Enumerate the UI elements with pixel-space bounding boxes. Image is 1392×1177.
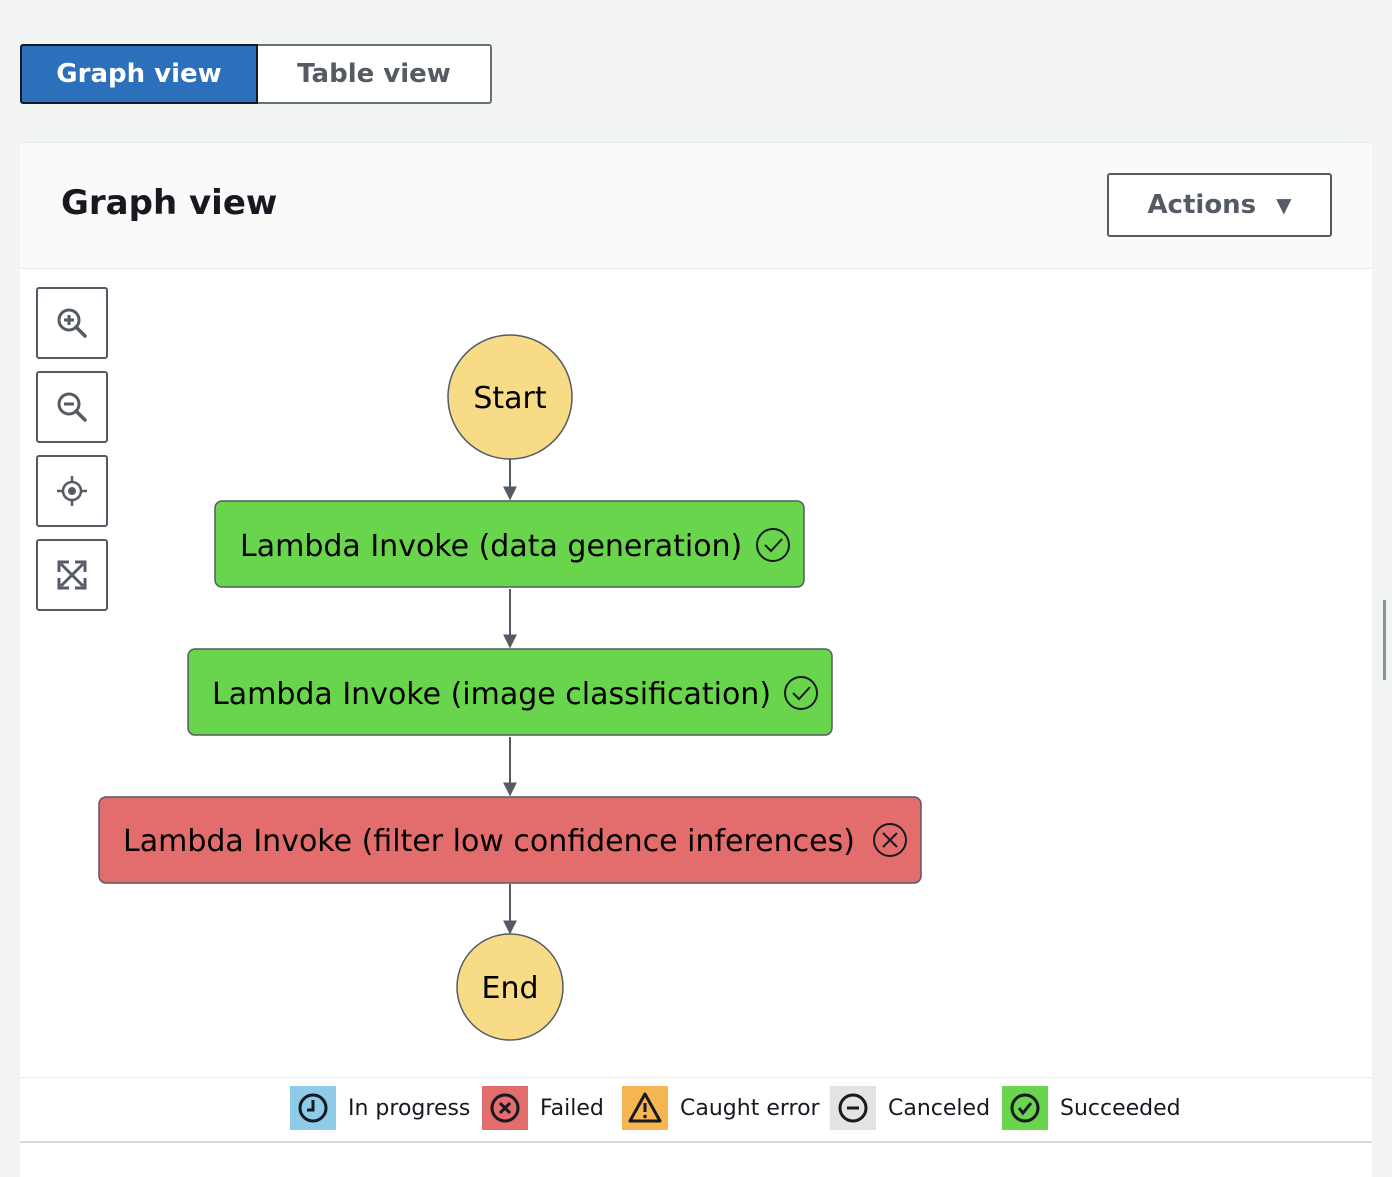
state-label: Lambda Invoke (filter low confidence inf… <box>123 824 855 859</box>
state-node-image-classification[interactable]: Lambda Invoke (image classification) <box>187 648 833 736</box>
x-circle-icon <box>482 1086 528 1130</box>
state-label: Lambda Invoke (data generation) <box>240 529 742 564</box>
legend-label: Succeeded <box>1060 1095 1181 1121</box>
start-node[interactable]: Start <box>447 334 573 460</box>
legend-item-succeeded: Succeeded <box>1002 1086 1181 1130</box>
check-circle-icon <box>1002 1086 1048 1130</box>
clock-icon <box>290 1086 336 1130</box>
state-machine-graph: Start Lambda Invoke (data generation) La… <box>98 334 922 1041</box>
legend-label: In progress <box>348 1095 471 1121</box>
legend-item-failed: Failed <box>482 1086 604 1130</box>
warning-icon <box>622 1086 668 1130</box>
state-node-filter-low-confidence[interactable]: Lambda Invoke (filter low confidence inf… <box>98 796 922 884</box>
legend-label: Caught error <box>680 1095 820 1121</box>
legend-item-canceled: Canceled <box>830 1086 990 1130</box>
details-panel-edge <box>20 1141 1372 1177</box>
view-toggle: Graph view Table view <box>20 44 492 104</box>
graph-view-tab[interactable]: Graph view <box>20 44 258 104</box>
legend-label: Canceled <box>888 1095 991 1121</box>
end-node[interactable]: End <box>456 933 564 1041</box>
legend-label: Failed <box>540 1095 604 1121</box>
table-view-tab[interactable]: Table view <box>258 44 492 104</box>
legend-item-in-progress: In progress <box>290 1086 470 1130</box>
end-label: End <box>481 971 538 1006</box>
minus-circle-icon <box>830 1086 876 1130</box>
graph-panel: Graph view Actions ▼ Start Lambda Invoke… <box>20 142 1372 1177</box>
legend-item-caught-error: Caught error <box>622 1086 820 1130</box>
state-label: Lambda Invoke (image classification) <box>212 677 771 712</box>
state-node-data-generation[interactable]: Lambda Invoke (data generation) <box>214 500 805 588</box>
status-legend: In progress Failed Caught error Canceled… <box>20 1077 1372 1142</box>
start-label: Start <box>473 381 547 416</box>
resize-handle[interactable] <box>1383 600 1386 680</box>
